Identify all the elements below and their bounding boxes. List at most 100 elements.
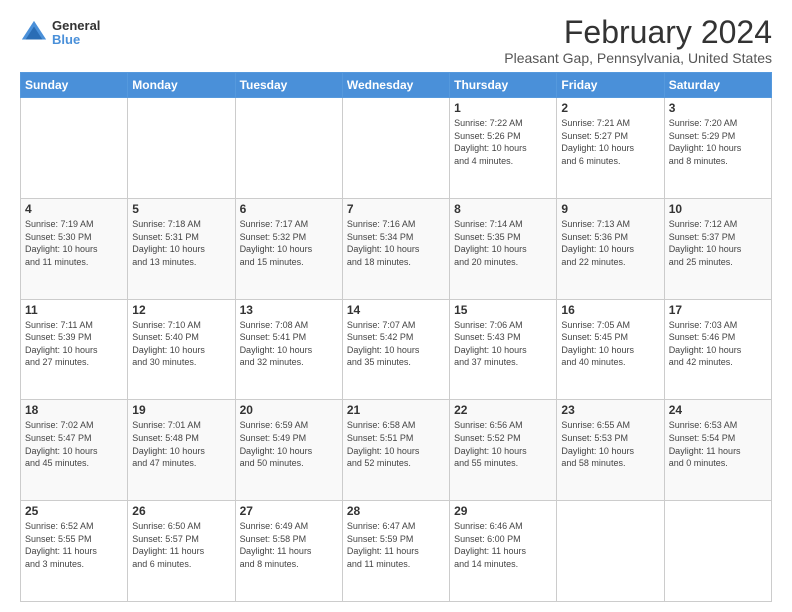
calendar-body: 1 Sunrise: 7:22 AM Sunset: 5:26 PM Daylig…: [21, 98, 772, 602]
weekday-header-saturday: Saturday: [664, 73, 771, 98]
day-number: 16: [561, 303, 659, 317]
day-info: Sunrise: 6:53 AM Sunset: 5:54 PM Dayligh…: [669, 419, 767, 469]
calendar-cell: 21Sunrise: 6:58 AM Sunset: 5:51 PM Dayli…: [342, 400, 449, 501]
day-info: Sunrise: 7:20 AM Sunset: 5:29 PM Dayligh…: [669, 117, 767, 167]
weekday-header-tuesday: Tuesday: [235, 73, 342, 98]
calendar-cell: [128, 98, 235, 199]
calendar-cell: 10Sunrise: 7:12 AM Sunset: 5:37 PM Dayli…: [664, 198, 771, 299]
calendar-cell: 20 Sunrise: 6:59 AM Sunset: 5:49 PM Dayli…: [235, 400, 342, 501]
calendar-cell: 6Sunrise: 7:17 AM Sunset: 5:32 PM Daylig…: [235, 198, 342, 299]
calendar-cell: 9Sunrise: 7:13 AM Sunset: 5:36 PM Daylig…: [557, 198, 664, 299]
calendar-cell: 15Sunrise: 7:06 AM Sunset: 5:43 PM Dayli…: [450, 299, 557, 400]
day-number: 18: [25, 403, 123, 417]
day-number: 23: [561, 403, 659, 417]
title-block: February 2024 Pleasant Gap, Pennsylvania…: [504, 15, 772, 66]
calendar-cell: 13 Sunrise: 7:08 AM Sunset: 5:41 PM Dayli…: [235, 299, 342, 400]
calendar-cell: 25Sunrise: 6:52 AM Sunset: 5:55 PM Dayli…: [21, 501, 128, 602]
day-number: 11: [25, 303, 123, 317]
day-info: Sunrise: 7:11 AM Sunset: 5:39 PM Dayligh…: [25, 319, 123, 369]
calendar-cell: 12 Sunrise: 7:10 AM Sunset: 5:40 PM Dayli…: [128, 299, 235, 400]
calendar-header: SundayMondayTuesdayWednesdayThursdayFrid…: [21, 73, 772, 98]
calendar-cell: 22 Sunrise: 6:56 AM Sunset: 5:52 PM Dayli…: [450, 400, 557, 501]
header: General Blue February 2024 Pleasant Gap,…: [20, 15, 772, 66]
day-info: Sunrise: 7:13 AM Sunset: 5:36 PM Dayligh…: [561, 218, 659, 268]
weekday-header-monday: Monday: [128, 73, 235, 98]
day-info: Sunrise: 7:10 AM Sunset: 5:40 PM Dayligh…: [132, 319, 230, 369]
day-number: 15: [454, 303, 552, 317]
subtitle: Pleasant Gap, Pennsylvania, United State…: [504, 50, 772, 66]
calendar-cell: 2 Sunrise: 7:21 AM Sunset: 5:27 PM Daylig…: [557, 98, 664, 199]
day-info: Sunrise: 7:22 AM Sunset: 5:26 PM Dayligh…: [454, 117, 552, 167]
day-info: Sunrise: 7:07 AM Sunset: 5:42 PM Dayligh…: [347, 319, 445, 369]
day-number: 14: [347, 303, 445, 317]
day-info: Sunrise: 7:02 AM Sunset: 5:47 PM Dayligh…: [25, 419, 123, 469]
calendar-week-1: 4 Sunrise: 7:19 AM Sunset: 5:30 PM Daylig…: [21, 198, 772, 299]
calendar-cell: 4 Sunrise: 7:19 AM Sunset: 5:30 PM Daylig…: [21, 198, 128, 299]
calendar-cell: 29Sunrise: 6:46 AM Sunset: 6:00 PM Dayli…: [450, 501, 557, 602]
calendar-week-4: 25Sunrise: 6:52 AM Sunset: 5:55 PM Dayli…: [21, 501, 772, 602]
logo-blue-text: Blue: [52, 33, 100, 47]
day-number: 5: [132, 202, 230, 216]
weekday-header-friday: Friday: [557, 73, 664, 98]
day-number: 3: [669, 101, 767, 115]
calendar-cell: 23 Sunrise: 6:55 AM Sunset: 5:53 PM Dayli…: [557, 400, 664, 501]
calendar-cell: 1 Sunrise: 7:22 AM Sunset: 5:26 PM Daylig…: [450, 98, 557, 199]
day-number: 12: [132, 303, 230, 317]
day-number: 13: [240, 303, 338, 317]
calendar-cell: 11 Sunrise: 7:11 AM Sunset: 5:39 PM Dayli…: [21, 299, 128, 400]
day-number: 27: [240, 504, 338, 518]
logo-general-text: General: [52, 19, 100, 33]
day-info: Sunrise: 6:49 AM Sunset: 5:58 PM Dayligh…: [240, 520, 338, 570]
calendar-cell: 16 Sunrise: 7:05 AM Sunset: 5:45 PM Dayli…: [557, 299, 664, 400]
day-info: Sunrise: 7:12 AM Sunset: 5:37 PM Dayligh…: [669, 218, 767, 268]
day-info: Sunrise: 6:59 AM Sunset: 5:49 PM Dayligh…: [240, 419, 338, 469]
day-info: Sunrise: 7:16 AM Sunset: 5:34 PM Dayligh…: [347, 218, 445, 268]
day-number: 28: [347, 504, 445, 518]
calendar-cell: 7 Sunrise: 7:16 AM Sunset: 5:34 PM Daylig…: [342, 198, 449, 299]
calendar-table: SundayMondayTuesdayWednesdayThursdayFrid…: [20, 72, 772, 602]
calendar-cell: 26 Sunrise: 6:50 AM Sunset: 5:57 PM Dayli…: [128, 501, 235, 602]
calendar-week-0: 1 Sunrise: 7:22 AM Sunset: 5:26 PM Daylig…: [21, 98, 772, 199]
day-info: Sunrise: 6:46 AM Sunset: 6:00 PM Dayligh…: [454, 520, 552, 570]
calendar-cell: 24Sunrise: 6:53 AM Sunset: 5:54 PM Dayli…: [664, 400, 771, 501]
calendar-cell: 19 Sunrise: 7:01 AM Sunset: 5:48 PM Dayli…: [128, 400, 235, 501]
calendar-cell: 8 Sunrise: 7:14 AM Sunset: 5:35 PM Daylig…: [450, 198, 557, 299]
day-number: 21: [347, 403, 445, 417]
day-number: 19: [132, 403, 230, 417]
day-number: 4: [25, 202, 123, 216]
day-info: Sunrise: 7:08 AM Sunset: 5:41 PM Dayligh…: [240, 319, 338, 369]
day-info: Sunrise: 7:01 AM Sunset: 5:48 PM Dayligh…: [132, 419, 230, 469]
day-info: Sunrise: 7:14 AM Sunset: 5:35 PM Dayligh…: [454, 218, 552, 268]
day-info: Sunrise: 7:18 AM Sunset: 5:31 PM Dayligh…: [132, 218, 230, 268]
day-info: Sunrise: 6:50 AM Sunset: 5:57 PM Dayligh…: [132, 520, 230, 570]
calendar-cell: [235, 98, 342, 199]
day-number: 20: [240, 403, 338, 417]
weekday-header-wednesday: Wednesday: [342, 73, 449, 98]
day-number: 2: [561, 101, 659, 115]
day-number: 7: [347, 202, 445, 216]
day-number: 8: [454, 202, 552, 216]
day-number: 17: [669, 303, 767, 317]
day-info: Sunrise: 7:19 AM Sunset: 5:30 PM Dayligh…: [25, 218, 123, 268]
day-info: Sunrise: 6:55 AM Sunset: 5:53 PM Dayligh…: [561, 419, 659, 469]
weekday-header-sunday: Sunday: [21, 73, 128, 98]
calendar-cell: 14 Sunrise: 7:07 AM Sunset: 5:42 PM Dayli…: [342, 299, 449, 400]
calendar-cell: [21, 98, 128, 199]
day-info: Sunrise: 7:21 AM Sunset: 5:27 PM Dayligh…: [561, 117, 659, 167]
day-number: 1: [454, 101, 552, 115]
day-number: 25: [25, 504, 123, 518]
calendar-cell: [342, 98, 449, 199]
day-info: Sunrise: 6:56 AM Sunset: 5:52 PM Dayligh…: [454, 419, 552, 469]
calendar-cell: [664, 501, 771, 602]
day-number: 26: [132, 504, 230, 518]
calendar-cell: 28 Sunrise: 6:47 AM Sunset: 5:59 PM Dayli…: [342, 501, 449, 602]
calendar-cell: 27 Sunrise: 6:49 AM Sunset: 5:58 PM Dayli…: [235, 501, 342, 602]
day-info: Sunrise: 7:05 AM Sunset: 5:45 PM Dayligh…: [561, 319, 659, 369]
calendar-cell: 3 Sunrise: 7:20 AM Sunset: 5:29 PM Daylig…: [664, 98, 771, 199]
calendar-cell: 18 Sunrise: 7:02 AM Sunset: 5:47 PM Dayli…: [21, 400, 128, 501]
logo-icon: [20, 19, 48, 47]
day-info: Sunrise: 7:03 AM Sunset: 5:46 PM Dayligh…: [669, 319, 767, 369]
main-title: February 2024: [504, 15, 772, 50]
day-info: Sunrise: 6:47 AM Sunset: 5:59 PM Dayligh…: [347, 520, 445, 570]
day-number: 22: [454, 403, 552, 417]
